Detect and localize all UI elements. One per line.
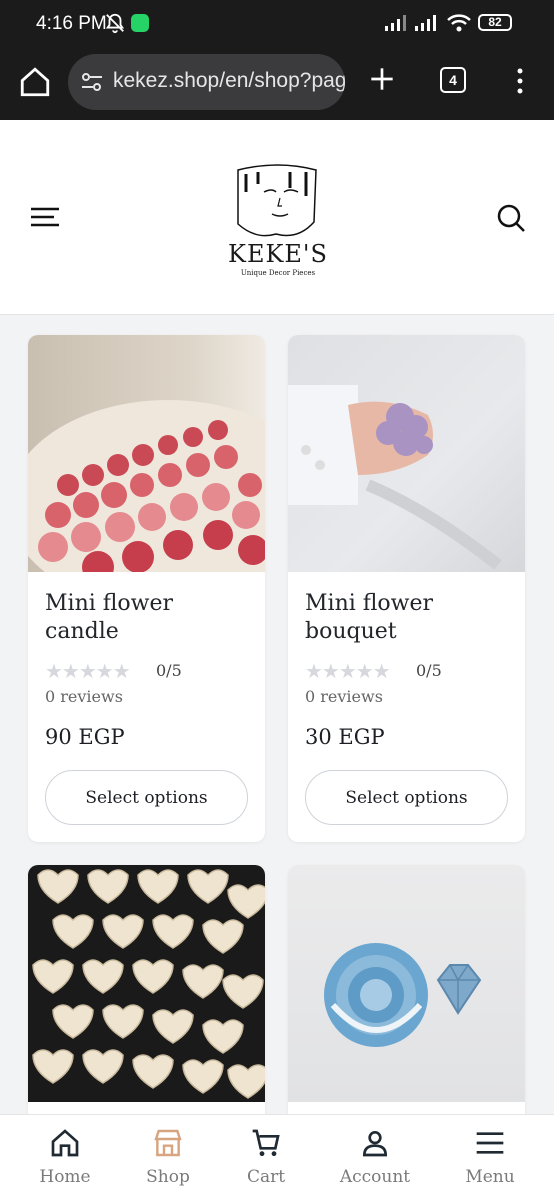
review-count: 0 reviews [45,687,123,706]
site-header: KEKE'S Unique Decor Pieces [0,120,554,315]
hand-flower-image [288,385,502,570]
nav-label: Account [339,1167,411,1187]
home-icon[interactable] [18,65,52,99]
bottom-navigation: Home Shop Cart Account Menu [0,1114,554,1201]
bell-off-icon [105,13,125,34]
nav-label: Cart [246,1167,286,1187]
rating-value: 0/5 [156,661,182,680]
hamburger-menu-icon[interactable] [30,207,60,229]
site-logo[interactable]: KEKE'S Unique Decor Pieces [228,162,328,282]
whatsapp-icon [131,14,149,32]
more-options-icon[interactable] [512,66,528,96]
site-settings-icon[interactable] [80,70,104,94]
product-price: 30 EGP [305,725,385,749]
select-options-button[interactable]: Select options [305,770,508,825]
product-image[interactable] [28,335,265,572]
menu-icon [476,1132,504,1154]
product-image[interactable] [288,335,525,572]
product-card[interactable] [28,865,265,1125]
brand-name: KEKE'S [228,240,328,268]
status-bar: 4:16 PM 82 [0,0,554,48]
nav-account[interactable]: Account [320,1115,430,1201]
home-icon [51,1129,79,1157]
nav-label: Menu [465,1167,515,1187]
product-title[interactable]: Mini flower bouquet [305,590,510,646]
signal-icon [415,15,436,31]
account-icon [362,1131,388,1157]
star-rating: ★★★★★ [305,659,391,683]
new-tab-icon[interactable] [366,63,398,95]
signal-icon [385,15,406,31]
nav-label: Shop [146,1167,190,1187]
blue-peony-image [324,943,482,1047]
brand-tagline: Unique Decor Pieces [240,269,316,277]
product-image[interactable] [288,865,525,1102]
product-card[interactable] [288,865,525,1125]
rose-candles-image [28,400,265,572]
search-icon[interactable] [496,203,526,233]
url-text[interactable]: kekez.shop/en/shop?page [113,69,345,93]
product-image[interactable] [28,865,265,1102]
logo-face-icon [237,164,317,237]
review-count: 0 reviews [305,687,383,706]
battery-icon: 82 [478,14,512,31]
cart-icon [252,1129,280,1157]
url-bar[interactable]: kekez.shop/en/shop?page [68,54,345,110]
nav-cart[interactable]: Cart [211,1115,321,1201]
shop-icon [154,1129,182,1157]
product-card[interactable]: Mini flower candle ★★★★★ 0/5 0 reviews 9… [28,335,265,842]
status-time: 4:16 PM [36,13,107,34]
nav-home[interactable]: Home [10,1115,120,1201]
nav-shop[interactable]: Shop [113,1115,223,1201]
product-price: 90 EGP [45,725,125,749]
nav-label: Home [39,1167,91,1187]
browser-toolbar: kekez.shop/en/shop?page 4 [0,48,554,120]
tab-switcher-button[interactable]: 4 [440,67,466,93]
nav-menu[interactable]: Menu [435,1115,545,1201]
select-options-button[interactable]: Select options [45,770,248,825]
heart-candles-image [32,869,265,1099]
rating-value: 0/5 [416,661,442,680]
product-title[interactable]: Mini flower candle [45,590,250,646]
product-card[interactable]: Mini flower bouquet ★★★★★ 0/5 0 reviews … [288,335,525,842]
wifi-icon [447,14,471,32]
star-rating: ★★★★★ [45,659,131,683]
